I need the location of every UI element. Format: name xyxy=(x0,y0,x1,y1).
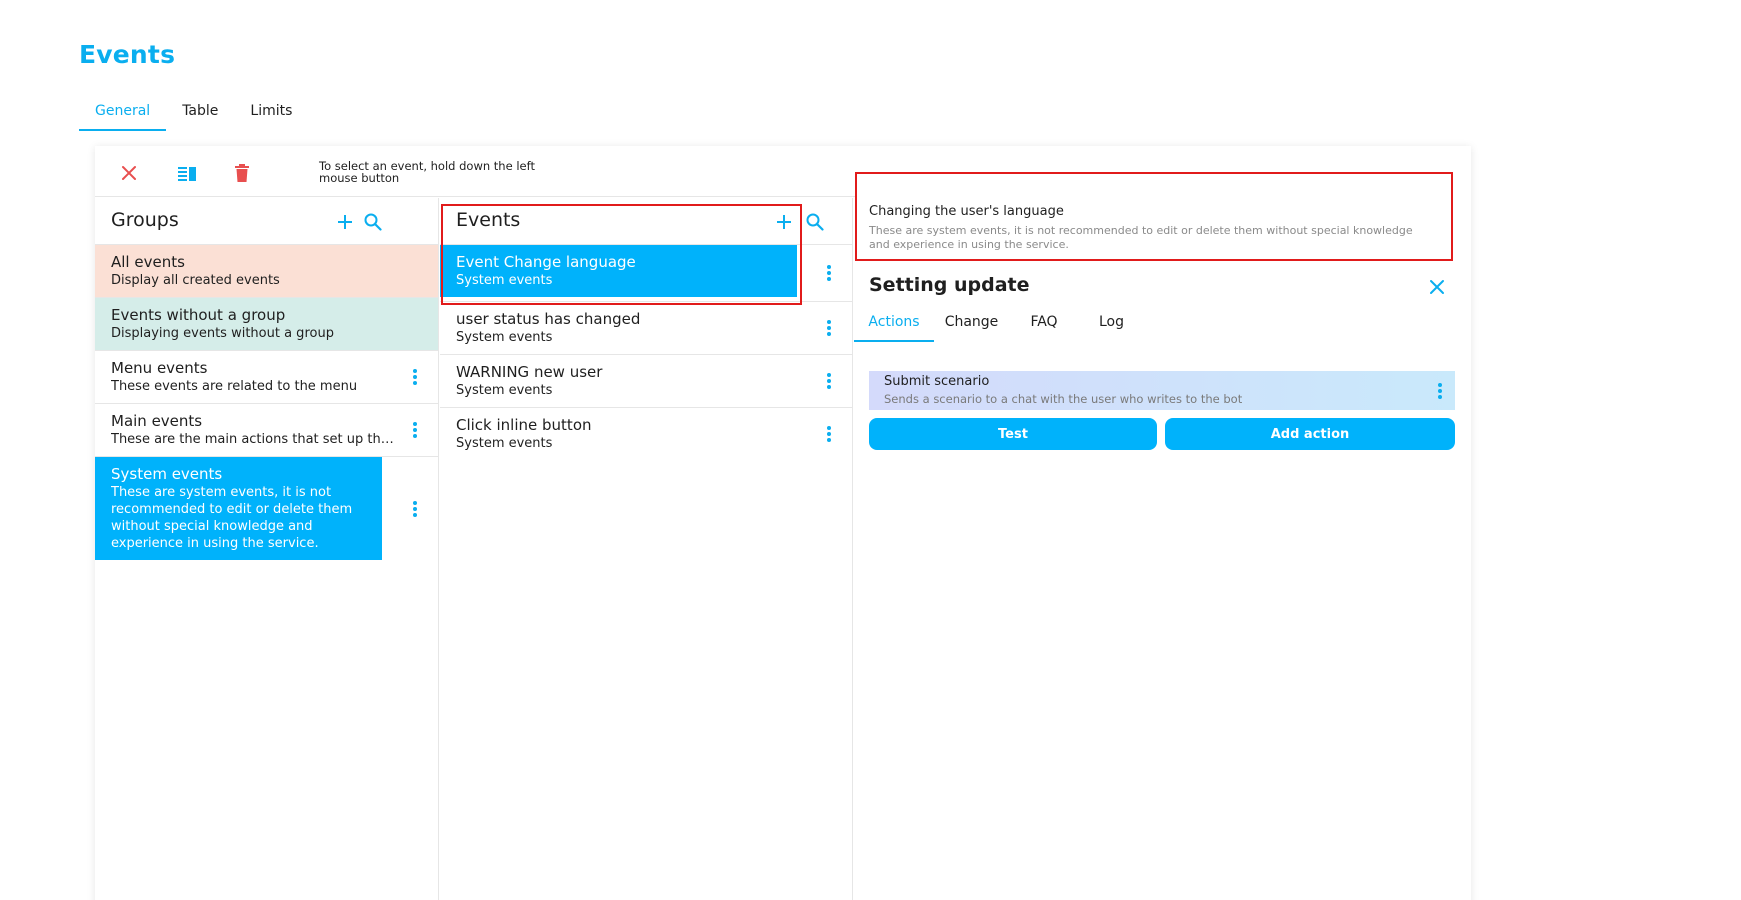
action-title: Submit scenario xyxy=(884,374,990,389)
action-subtitle: Sends a scenario to a chat with the user… xyxy=(884,392,1243,406)
toolbar: To select an event, hold down the left m… xyxy=(95,146,855,197)
main-tabs: General Table Limits xyxy=(79,95,308,131)
action-submit-scenario[interactable]: Submit scenario Sends a scenario to a ch… xyxy=(869,371,1455,410)
close-icon xyxy=(122,166,136,180)
add-group-button[interactable] xyxy=(334,211,356,233)
event-row-change-language: Event Change language System events xyxy=(440,245,852,302)
close-panel-button[interactable] xyxy=(1426,276,1448,298)
event-title: user status has changed xyxy=(456,310,641,328)
add-action-button[interactable]: Add action xyxy=(1165,418,1455,450)
tab-log[interactable]: Log xyxy=(1079,306,1144,342)
group-title: Events without a group xyxy=(111,306,286,324)
event-subtitle: System events xyxy=(456,383,553,398)
event-title: Click inline button xyxy=(456,416,592,434)
group-title: All events xyxy=(111,253,185,271)
event-subtitle: System events xyxy=(456,273,553,288)
more-vertical-icon[interactable] xyxy=(412,420,418,440)
tab-faq[interactable]: FAQ xyxy=(1009,306,1079,342)
page-title: Events xyxy=(79,40,176,69)
more-vertical-icon[interactable] xyxy=(826,263,832,283)
plus-icon xyxy=(777,215,791,229)
columns-icon xyxy=(178,167,196,181)
event-item-click-inline-button[interactable]: Click inline button System events xyxy=(440,408,852,460)
test-button[interactable]: Test xyxy=(869,418,1157,450)
setting-update-title: Setting update xyxy=(869,274,1030,296)
events-card: To select an event, hold down the left m… xyxy=(95,146,1471,900)
search-icon xyxy=(806,213,824,231)
tab-change[interactable]: Change xyxy=(934,306,1009,342)
event-subtitle: System events xyxy=(456,436,553,451)
trash-icon xyxy=(235,164,249,182)
group-row-system-events: System events These are system events, i… xyxy=(95,457,438,560)
search-icon xyxy=(364,213,382,231)
group-title: Menu events xyxy=(111,359,208,377)
groups-header: Groups xyxy=(95,198,438,245)
group-item-without-group[interactable]: Events without a group Displaying events… xyxy=(95,298,438,351)
delete-button[interactable] xyxy=(229,160,255,186)
plus-icon xyxy=(338,215,352,229)
event-title: Event Change language xyxy=(456,253,636,271)
events-list: Event Change language System events user… xyxy=(440,245,852,460)
tab-limits[interactable]: Limits xyxy=(234,95,308,131)
tab-table[interactable]: Table xyxy=(166,95,234,131)
group-item-all-events[interactable]: All events Display all created events xyxy=(95,245,438,298)
more-vertical-icon[interactable] xyxy=(826,424,832,444)
event-details-panel: Changing the user's language These are s… xyxy=(854,146,1471,900)
event-title: WARNING new user xyxy=(456,363,603,381)
more-vertical-icon[interactable] xyxy=(1437,381,1443,401)
groups-column: Groups All events Display all created ev… xyxy=(95,198,439,900)
events-column: Events Event Change language System even… xyxy=(440,198,853,900)
selection-hint: To select an event, hold down the left m… xyxy=(319,159,535,185)
event-info-subtitle: These are system events, it is not recom… xyxy=(869,224,1413,251)
group-title: Main events xyxy=(111,412,203,430)
group-subtitle: These events are related to the menu xyxy=(111,379,358,394)
more-vertical-icon[interactable] xyxy=(412,367,418,387)
group-subtitle: These are the main actions that set up t… xyxy=(111,432,398,447)
event-info-title: Changing the user's language xyxy=(869,204,1064,219)
events-title: Events xyxy=(456,209,521,231)
event-item-change-language[interactable]: Event Change language System events xyxy=(440,245,797,297)
details-tabs: Actions Change FAQ Log xyxy=(854,306,1144,342)
tab-actions[interactable]: Actions xyxy=(854,306,934,342)
event-item-warning-new-user[interactable]: WARNING new user System events xyxy=(440,355,852,408)
add-event-button[interactable] xyxy=(773,211,795,233)
close-icon xyxy=(1430,280,1444,294)
events-header: Events xyxy=(440,198,852,245)
event-subtitle: System events xyxy=(456,330,553,345)
group-item-menu-events[interactable]: Menu events These events are related to … xyxy=(95,351,438,404)
group-subtitle: These are system events, it is not recom… xyxy=(111,485,353,551)
search-groups-button[interactable] xyxy=(362,211,384,233)
more-vertical-icon[interactable] xyxy=(412,499,418,519)
columns-button[interactable] xyxy=(174,160,200,186)
search-events-button[interactable] xyxy=(804,211,826,233)
groups-title: Groups xyxy=(111,209,179,231)
close-selection-button[interactable] xyxy=(116,160,142,186)
more-vertical-icon[interactable] xyxy=(826,371,832,391)
group-subtitle: Display all created events xyxy=(111,273,280,288)
event-item-user-status[interactable]: user status has changed System events xyxy=(440,302,852,355)
tab-general[interactable]: General xyxy=(79,95,167,131)
group-subtitle: Displaying events without a group xyxy=(111,326,334,341)
group-item-main-events[interactable]: Main events These are the main actions t… xyxy=(95,404,438,457)
more-vertical-icon[interactable] xyxy=(826,318,832,338)
groups-list: All events Display all created events Ev… xyxy=(95,245,438,560)
group-title: System events xyxy=(111,465,223,483)
group-item-system-events[interactable]: System events These are system events, i… xyxy=(95,457,382,560)
